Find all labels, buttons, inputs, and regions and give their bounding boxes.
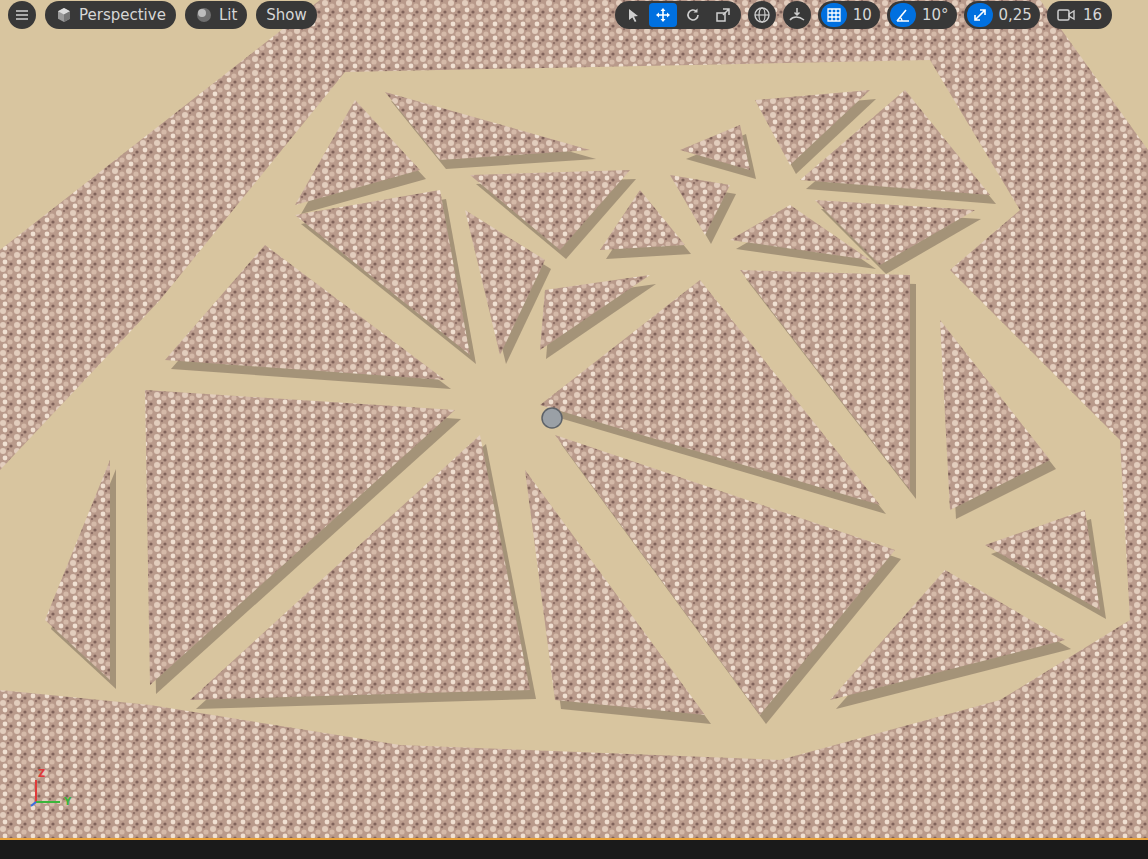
axis-z-label: Z bbox=[38, 768, 45, 779]
rock-field bbox=[385, 92, 590, 160]
cube-icon bbox=[55, 6, 73, 24]
camera-speed-button[interactable]: 16 bbox=[1047, 1, 1112, 29]
sand-paths bbox=[0, 60, 1130, 760]
actor-sphere[interactable] bbox=[542, 408, 562, 428]
viewport-toolbar: Perspective Lit Show 10 10° 0,25 16 bbox=[8, 1, 1112, 29]
rock-field bbox=[940, 320, 1050, 510]
rock-field bbox=[800, 90, 990, 195]
coordinate-space-button[interactable] bbox=[748, 1, 776, 29]
grid-icon bbox=[826, 7, 842, 23]
rock-field bbox=[830, 570, 1065, 700]
rock-field bbox=[165, 245, 445, 380]
rock-field bbox=[670, 175, 730, 235]
scale-snap-icon bbox=[972, 7, 988, 23]
axis-y-label: Y bbox=[64, 796, 71, 807]
show-button[interactable]: Show bbox=[256, 1, 316, 29]
lighting-label: Lit bbox=[219, 6, 237, 24]
transform-tool-button[interactable] bbox=[679, 3, 707, 27]
transform-tool-button[interactable] bbox=[649, 3, 677, 27]
sand-ground bbox=[0, 0, 1148, 838]
surface-snapping-button[interactable] bbox=[783, 1, 811, 29]
rock-ring bbox=[0, 0, 1148, 838]
move-arrows-icon bbox=[655, 7, 671, 23]
cursor-icon bbox=[625, 7, 641, 23]
right-toolbar: 10 10° 0,25 16 bbox=[615, 1, 1112, 29]
angle-icon bbox=[895, 7, 911, 23]
rock-field bbox=[740, 270, 910, 490]
rock-field bbox=[45, 460, 110, 680]
snap-toggle[interactable] bbox=[821, 3, 847, 27]
rock-field bbox=[465, 210, 545, 355]
globe-icon bbox=[753, 6, 771, 24]
viewport[interactable]: PerspectiveLitShow1010°0,2516ZY bbox=[0, 0, 1148, 838]
snap-toggle[interactable] bbox=[967, 3, 993, 27]
show-label: Show bbox=[266, 6, 306, 24]
snap-control[interactable]: 10° bbox=[887, 1, 957, 29]
snap-value: 10° bbox=[922, 6, 949, 24]
axis-gizmo: ZY bbox=[24, 772, 74, 812]
rock-field bbox=[985, 510, 1100, 610]
scale-icon bbox=[715, 7, 731, 23]
rock-field bbox=[295, 100, 420, 205]
snap-value: 0,25 bbox=[999, 6, 1032, 24]
scene-render bbox=[0, 0, 1148, 838]
surface-snap-icon bbox=[788, 6, 806, 24]
rock-field bbox=[680, 125, 750, 170]
snap-control[interactable]: 0,25 bbox=[964, 1, 1040, 29]
rock-field bbox=[815, 200, 975, 265]
transform-tool-button[interactable] bbox=[619, 3, 647, 27]
bottom-bar bbox=[0, 838, 1148, 859]
level-editor: PerspectiveLitShow1010°0,2516ZY bbox=[0, 0, 1148, 859]
transform-tools bbox=[615, 1, 741, 29]
snap-toggle[interactable] bbox=[890, 3, 916, 27]
rock-field bbox=[600, 190, 685, 250]
sphere-icon bbox=[195, 6, 213, 24]
left-toolbar: Perspective Lit Show bbox=[8, 1, 317, 29]
camera-speed-value: 16 bbox=[1083, 6, 1102, 24]
viewport-menu-button[interactable] bbox=[8, 1, 36, 29]
transform-tool-button[interactable] bbox=[709, 3, 737, 27]
rock-field bbox=[555, 435, 895, 715]
snap-value: 10 bbox=[853, 6, 872, 24]
hamburger-icon bbox=[14, 7, 30, 23]
camera-icon bbox=[1057, 8, 1075, 22]
rock-field bbox=[190, 435, 530, 700]
rotate-icon bbox=[685, 7, 701, 23]
snap-control[interactable]: 10 bbox=[818, 1, 880, 29]
lighting-button[interactable]: Lit bbox=[185, 1, 247, 29]
view-mode-label: Perspective bbox=[79, 6, 166, 24]
view-mode-button[interactable]: Perspective bbox=[45, 1, 176, 29]
